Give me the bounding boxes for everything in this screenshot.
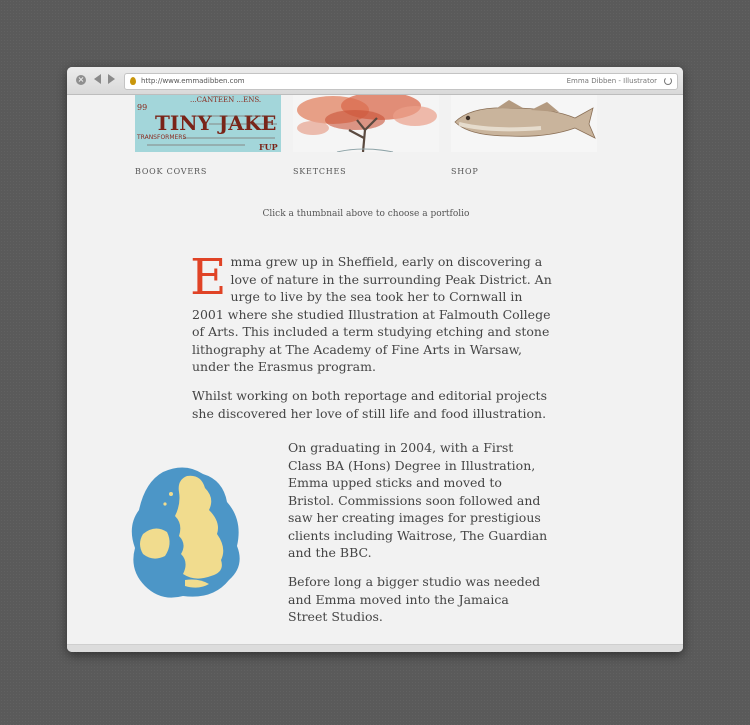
bio-paragraph-2: Whilst working on both reportage and edi…: [192, 388, 547, 421]
portfolio-label-book-covers[interactable]: BOOK COVERS: [135, 167, 207, 177]
browser-toolbar: × http://www.emmadibben.com Emma Dibben …: [67, 67, 683, 95]
svg-text:...CANTEEN ...ENS.: ...CANTEEN ...ENS.: [190, 96, 261, 104]
address-bar[interactable]: http://www.emmadibben.com Emma Dibben - …: [124, 73, 678, 90]
fish-illustration: [451, 94, 597, 152]
svg-text:TRANSFORMERS: TRANSFORMERS: [136, 134, 186, 141]
page-title: Emma Dibben - Illustrator: [566, 77, 657, 85]
svg-text:TINY JAKE: TINY JAKE: [155, 111, 276, 135]
svg-text:99: 99: [137, 103, 147, 112]
thumbnail-shop[interactable]: [451, 94, 597, 152]
drop-cap: E: [190, 248, 227, 306]
reload-icon[interactable]: [664, 77, 672, 85]
book-cover-illustration: ...CANTEEN ...ENS. 99 TINY JAKE TRANSFOR…: [135, 94, 281, 152]
bio-paragraph-1: Emma grew up in Sheffield, early on disc…: [190, 248, 552, 376]
browser-window: × http://www.emmadibben.com Emma Dibben …: [67, 67, 683, 652]
portfolio-label-shop[interactable]: SHOP: [451, 167, 479, 177]
thumbnail-sketches[interactable]: [293, 94, 439, 152]
portfolio-label-sketches[interactable]: SKETCHES: [293, 167, 346, 177]
favicon-icon: [130, 77, 136, 85]
uk-map-illustration: [125, 462, 255, 607]
close-icon[interactable]: ×: [76, 75, 86, 85]
bio-paragraph-4: Before long a bigger studio was needed a…: [288, 574, 541, 624]
thumbnail-book-covers[interactable]: ...CANTEEN ...ENS. 99 TINY JAKE TRANSFOR…: [135, 94, 281, 152]
bio-paragraph-3: On graduating in 2004, with a First Clas…: [288, 440, 548, 560]
bio-paragraph-1-text: mma grew up in Sheffield, early on disco…: [192, 254, 552, 374]
svg-text:FUP: FUP: [259, 142, 278, 152]
forward-arrow-icon[interactable]: [108, 74, 115, 84]
url-text[interactable]: http://www.emmadibben.com: [141, 75, 245, 88]
portfolio-hint: Click a thumbnail above to choose a port…: [262, 209, 470, 219]
window-bottom-edge: [67, 644, 683, 652]
tree-sketch-illustration: [293, 94, 439, 152]
back-arrow-icon[interactable]: [94, 74, 101, 84]
